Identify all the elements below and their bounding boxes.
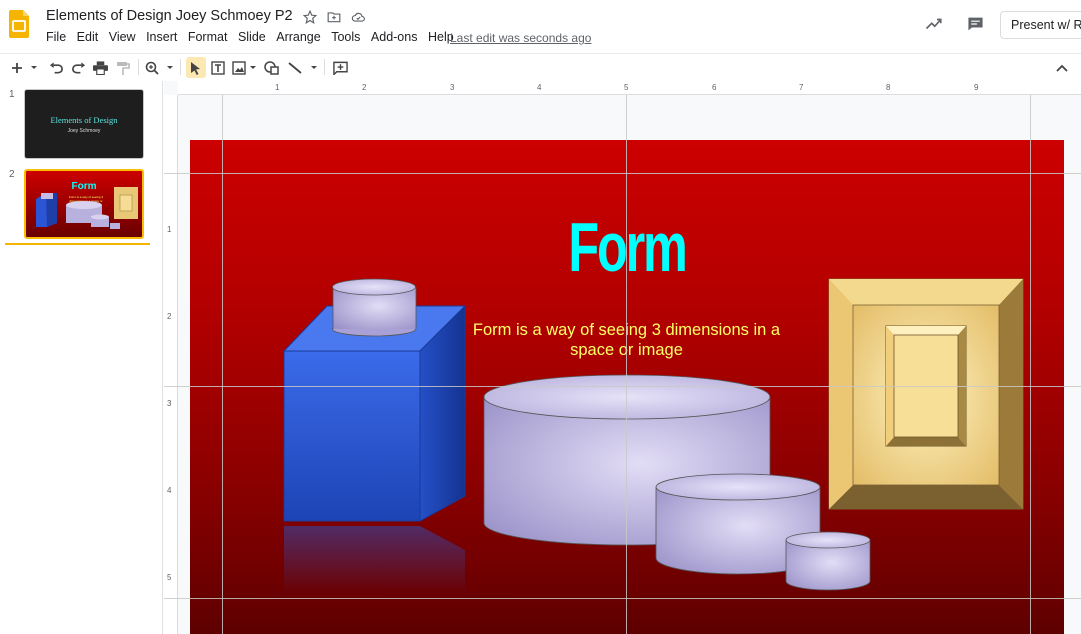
header: Elements of Design Joey Schmoey P2 File … xyxy=(0,0,1081,52)
menu-insert[interactable]: Insert xyxy=(146,30,177,44)
slides-app: Elements of Design Joey Schmoey P2 File … xyxy=(0,0,1081,634)
line-tool-icon[interactable] xyxy=(286,57,320,78)
ruler-label: 1 xyxy=(275,83,280,92)
slide-number-2: 2 xyxy=(9,169,15,180)
guide-line[interactable] xyxy=(222,95,223,634)
zoom-button[interactable] xyxy=(144,57,176,78)
menu-format[interactable]: Format xyxy=(188,30,228,44)
toolbar-separator xyxy=(324,59,325,75)
print-icon[interactable] xyxy=(91,57,109,78)
ruler-label: 3 xyxy=(167,399,172,408)
slide-title[interactable]: Form xyxy=(312,212,941,282)
ruler-horizontal[interactable]: 1 2 3 4 5 6 7 8 9 xyxy=(178,81,1081,95)
guide-line[interactable] xyxy=(626,95,627,634)
last-edit-link[interactable]: Last edit was seconds ago xyxy=(450,31,591,45)
guide-line[interactable] xyxy=(1030,95,1031,634)
menu-tools[interactable]: Tools xyxy=(331,30,360,44)
thumb-1-title: Elements of Design xyxy=(50,115,118,125)
comment-icon[interactable] xyxy=(965,14,985,34)
slide-canvas-area: 1 2 3 4 5 6 7 8 9 1 2 3 4 5 Form Form is… xyxy=(164,81,1081,634)
menu-slide[interactable]: Slide xyxy=(238,30,266,44)
menu-file[interactable]: File xyxy=(46,30,66,44)
ruler-label: 8 xyxy=(886,83,891,92)
toolbar-separator xyxy=(180,59,181,75)
slide-thumbnail-2[interactable]: Form Form is a way of seeing 3 dimension… xyxy=(24,169,144,239)
select-tool-icon[interactable] xyxy=(186,57,206,78)
slide-number-1: 1 xyxy=(9,89,15,100)
document-title[interactable]: Elements of Design Joey Schmoey P2 xyxy=(46,8,293,24)
thumb-1-subtitle: Joey Schmoey xyxy=(67,128,101,134)
menu-edit[interactable]: Edit xyxy=(77,30,99,44)
collapse-toolbar-icon[interactable] xyxy=(1052,57,1072,78)
ruler-label: 2 xyxy=(167,312,172,321)
ruler-label: 6 xyxy=(712,83,717,92)
ruler-label: 3 xyxy=(450,83,455,92)
filmstrip-divider xyxy=(5,243,150,245)
toolbar xyxy=(0,53,1081,80)
new-slide-button[interactable] xyxy=(9,57,41,78)
menu-arrange[interactable]: Arrange xyxy=(276,30,320,44)
add-comment-icon[interactable] xyxy=(330,57,350,78)
ruler-vertical[interactable]: 1 2 3 4 5 xyxy=(164,95,178,634)
star-icon[interactable] xyxy=(302,9,318,25)
redo-icon[interactable] xyxy=(69,57,87,78)
guide-line[interactable] xyxy=(164,386,1081,387)
ruler-label: 4 xyxy=(537,83,542,92)
undo-icon[interactable] xyxy=(47,57,65,78)
ruler-label: 1 xyxy=(167,225,172,234)
text-box-icon[interactable] xyxy=(209,57,227,78)
cloud-status-icon[interactable] xyxy=(350,9,366,25)
menubar: File Edit View Insert Format Slide Arran… xyxy=(46,30,464,44)
slide-canvas[interactable]: Form Form is a way of seeing 3 dimension… xyxy=(190,140,1064,634)
shape-icon[interactable] xyxy=(262,57,282,78)
paint-format-icon[interactable] xyxy=(114,57,132,78)
ruler-label: 5 xyxy=(624,83,629,92)
slide-thumbnail-1[interactable]: Elements of Design Joey Schmoey xyxy=(24,89,144,159)
thumb-2-shapes xyxy=(36,187,138,229)
guide-line[interactable] xyxy=(164,598,1081,599)
slides-logo-icon[interactable] xyxy=(9,10,29,38)
insert-image-icon[interactable] xyxy=(231,57,259,78)
ruler-label: 2 xyxy=(362,83,367,92)
ruler-label: 9 xyxy=(974,83,979,92)
ruler-label: 7 xyxy=(799,83,804,92)
move-to-folder-icon[interactable] xyxy=(326,9,342,25)
ruler-label: 5 xyxy=(167,573,172,582)
title-icons xyxy=(302,9,366,25)
toolbar-separator xyxy=(138,59,139,75)
menu-view[interactable]: View xyxy=(109,30,136,44)
ruler-label: 4 xyxy=(167,486,172,495)
menu-add-ons[interactable]: Add-ons xyxy=(371,30,418,44)
filmstrip: 1 Elements of Design Joey Schmoey 2 Form… xyxy=(0,81,163,634)
guide-line[interactable] xyxy=(164,173,1081,174)
activity-trend-icon[interactable] xyxy=(924,14,944,34)
present-button[interactable]: Present w/ Re xyxy=(1000,11,1081,39)
